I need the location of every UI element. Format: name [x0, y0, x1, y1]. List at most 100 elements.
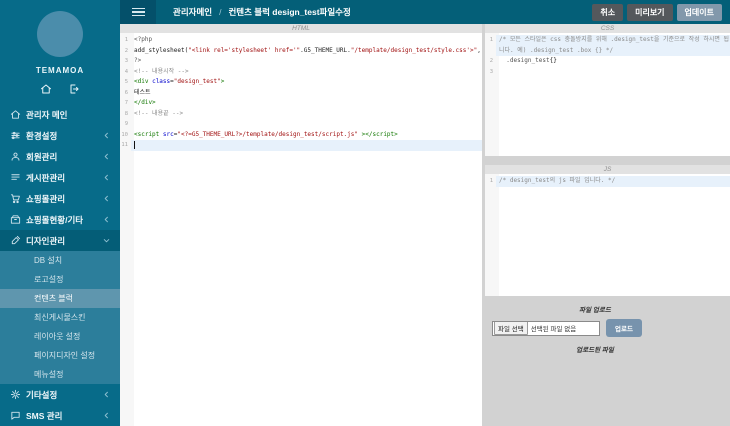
gear-icon	[10, 389, 26, 400]
sms-icon	[10, 410, 26, 421]
preview-button[interactable]: 미리보기	[627, 4, 672, 21]
chevron-left-icon	[102, 194, 111, 203]
sidebar-item-label: 디자인관리	[26, 235, 102, 247]
page-title: 컨텐츠 블럭 design_test파일수정	[228, 6, 350, 18]
chevron-down-icon	[102, 236, 111, 245]
line-number: 8	[120, 109, 131, 120]
code-line: 1/* design_test의 js 파일 입니다. */	[485, 176, 730, 187]
code-line: 2 .design_test{}	[485, 56, 730, 67]
sidebar: TEMAMOA 관리자 메인환경설정회원관리게시판관리쇼핑몰관리쇼핑몰현황/기타…	[0, 0, 120, 426]
line-number: 1	[485, 35, 496, 56]
line-number: 3	[120, 56, 131, 67]
sidebar-item-sms[interactable]: SMS 관리	[0, 405, 120, 426]
chevron-left-icon	[102, 390, 111, 399]
upload-button[interactable]: 업로드	[606, 319, 642, 337]
users-icon	[10, 151, 26, 162]
line-number: 4	[120, 67, 131, 78]
chevron-left-icon	[102, 173, 111, 182]
js-code-editor[interactable]: 1/* design_test의 js 파일 입니다. */	[485, 174, 730, 296]
chevron-left-icon	[102, 131, 111, 140]
selected-file-label: 선택된 파일 없음	[528, 323, 576, 333]
sidebar-subitem[interactable]: 메뉴설정	[0, 365, 120, 384]
sidebar-item-label: 관리자 메인	[26, 109, 111, 121]
css-pane-title: CSS	[485, 24, 730, 33]
profile-section: TEMAMOA	[0, 0, 120, 95]
html-pane-title: HTML	[120, 24, 482, 33]
sidebar-subitem-active[interactable]: 컨텐츠 블럭	[0, 289, 120, 308]
code-line: 4<!-- 내용시작 -->	[120, 67, 482, 78]
line-number: 2	[485, 56, 496, 67]
topbar: 관리자메인 / 컨텐츠 블럭 design_test파일수정 취소 미리보기 업…	[120, 0, 730, 24]
sidebar-subitem[interactable]: DB 설치	[0, 251, 120, 270]
sliders-icon	[10, 130, 26, 141]
file-input[interactable]: 파일 선택 선택된 파일 없음	[492, 321, 600, 336]
line-number: 11	[120, 140, 131, 151]
avatar	[37, 11, 83, 57]
sidebar-menu: 관리자 메인환경설정회원관리게시판관리쇼핑몰관리쇼핑몰현황/기타디자인관리 DB …	[0, 104, 120, 426]
text-cursor	[134, 141, 135, 149]
line-number: 7	[120, 98, 131, 109]
sidebar-item-boards[interactable]: 게시판관리	[0, 167, 120, 188]
code-line: 1<?php	[120, 35, 482, 46]
css-code-editor[interactable]: 1/* 모든 스타일은 css 충돌방지를 위해 .design_test을 기…	[485, 33, 730, 156]
sidebar-item-members[interactable]: 회원관리	[0, 146, 120, 167]
sidebar-item-config[interactable]: 환경설정	[0, 125, 120, 146]
code-line: 2add_stylesheet("<link rel='stylesheet' …	[120, 46, 482, 57]
sidebar-subitem[interactable]: 최신게시물스킨	[0, 308, 120, 327]
breadcrumb-section[interactable]: 관리자메인	[173, 6, 212, 18]
css-editor-pane: CSS 1/* 모든 스타일은 css 충돌방지를 위해 .design_tes…	[485, 24, 730, 156]
home-icon	[10, 109, 26, 120]
js-pane-title: JS	[485, 165, 730, 174]
code-line: 5<div class="design_test">	[120, 77, 482, 88]
upload-section: 파일 업로드 파일 선택 선택된 파일 없음 업로드 업로드된 파일	[485, 296, 730, 426]
code-line: 3?>	[120, 56, 482, 67]
design-icon	[10, 235, 26, 246]
code-line: 7</div>	[120, 98, 482, 109]
code-line: 1/* 모든 스타일은 css 충돌방지를 위해 .design_test을 기…	[485, 35, 730, 56]
chevron-left-icon	[102, 215, 111, 224]
line-number: 5	[120, 77, 131, 88]
home-icon[interactable]	[40, 83, 52, 95]
code-line: 8<!-- 내용끝 -->	[120, 109, 482, 120]
line-number: 3	[485, 67, 496, 78]
sidebar-item-shop[interactable]: 쇼핑몰관리	[0, 188, 120, 209]
sidebar-subitem[interactable]: 레이아웃 설정	[0, 327, 120, 346]
update-button[interactable]: 업데이트	[677, 4, 722, 21]
code-line: 3	[485, 67, 730, 78]
line-number: 2	[120, 46, 131, 57]
js-editor-pane: JS 1/* design_test의 js 파일 입니다. */	[485, 165, 730, 296]
line-number: 6	[120, 88, 131, 99]
sidebar-item-label: 기타설정	[26, 389, 102, 401]
sidebar-submenu: DB 설치로고설정컨텐츠 블럭최신게시물스킨레이아웃 설정페이지디자인 설정메뉴…	[0, 251, 120, 384]
sidebar-item-label: 쇼핑몰관리	[26, 193, 102, 205]
cart-icon	[10, 193, 26, 204]
html-editor-pane: HTML 1<?php2add_stylesheet("<link rel='s…	[120, 24, 482, 426]
cancel-button[interactable]: 취소	[592, 4, 623, 21]
sidebar-item-admin-main[interactable]: 관리자 메인	[0, 104, 120, 125]
hamburger-menu-icon[interactable]	[120, 0, 156, 24]
logout-icon[interactable]	[68, 83, 80, 95]
sidebar-item-label: SMS 관리	[26, 410, 102, 422]
sidebar-item-shop-status[interactable]: 쇼핑몰현황/기타	[0, 209, 120, 230]
line-number: 10	[120, 130, 131, 141]
box-icon	[10, 214, 26, 225]
sidebar-item-label: 환경설정	[26, 130, 102, 142]
sidebar-subitem[interactable]: 페이지디자인 설정	[0, 346, 120, 365]
code-line: 9	[120, 119, 482, 130]
sidebar-item-design[interactable]: 디자인관리	[0, 230, 120, 251]
sidebar-subitem[interactable]: 로고설정	[0, 270, 120, 289]
board-icon	[10, 172, 26, 183]
sidebar-item-etc-settings[interactable]: 기타설정	[0, 384, 120, 405]
code-line: 10<script src="<?=G5_THEME_URL?>/templat…	[120, 130, 482, 141]
code-line: 11	[120, 140, 482, 151]
username: TEMAMOA	[0, 66, 120, 75]
code-line: 6테스트	[120, 88, 482, 99]
html-code-editor[interactable]: 1<?php2add_stylesheet("<link rel='styles…	[120, 33, 482, 426]
chevron-left-icon	[102, 152, 111, 161]
line-number: 1	[485, 176, 496, 187]
sidebar-item-label: 게시판관리	[26, 172, 102, 184]
sidebar-item-label: 쇼핑몰현황/기타	[26, 214, 102, 226]
line-number: 1	[120, 35, 131, 46]
breadcrumb: 관리자메인 / 컨텐츠 블럭 design_test파일수정	[173, 6, 351, 18]
choose-file-button[interactable]: 파일 선택	[494, 321, 528, 335]
